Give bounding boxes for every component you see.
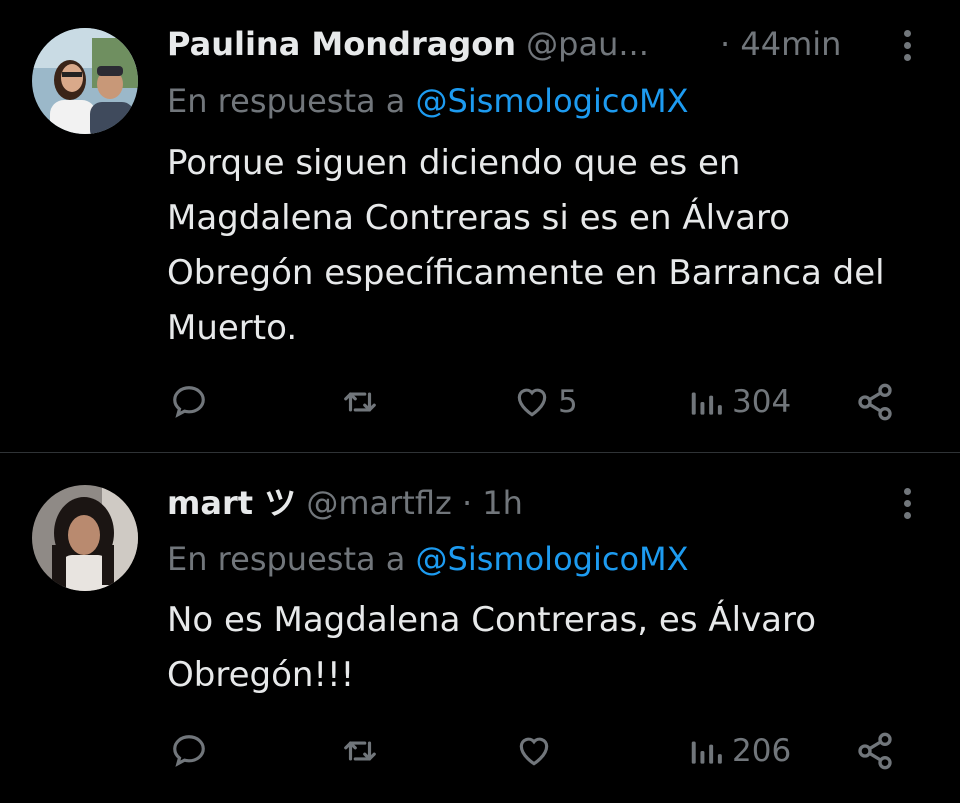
- like-button[interactable]: 5: [512, 378, 578, 426]
- avatar-photo: [32, 28, 138, 134]
- timestamp[interactable]: · 44min: [720, 24, 841, 64]
- view-count: 304: [732, 384, 792, 420]
- like-count: 5: [558, 384, 578, 420]
- views-button[interactable]: 206: [686, 727, 791, 775]
- tweet-header: mart ツ @martflz · 1h: [167, 483, 523, 523]
- share-icon: [858, 732, 892, 770]
- avatar-photo: [32, 485, 138, 591]
- retweet-button[interactable]: [340, 727, 380, 775]
- tweet[interactable]: Paulina Mondragon @pau... · 44min En res…: [0, 0, 960, 452]
- action-bar: 206: [0, 727, 960, 775]
- action-bar: 5 304: [0, 378, 960, 426]
- reply-button[interactable]: [170, 727, 208, 775]
- tweet-header: Paulina Mondragon @pau... · 44min: [167, 24, 841, 64]
- retweet-button[interactable]: [340, 378, 380, 426]
- heart-icon: [519, 737, 549, 766]
- more-options-icon[interactable]: [895, 483, 919, 527]
- tweet-text: No es Magdalena Contreras, es Álvaro Obr…: [167, 600, 817, 695]
- reply-button[interactable]: [170, 378, 208, 426]
- reply-context: En respuesta a @SismologicoMX: [167, 539, 689, 579]
- avatar[interactable]: [32, 485, 138, 591]
- user-handle[interactable]: @pau...: [526, 25, 649, 63]
- views-icon: [691, 392, 722, 415]
- reply-icon: [173, 735, 205, 767]
- reply-icon: [173, 386, 205, 418]
- user-handle[interactable]: @martflz: [306, 484, 451, 522]
- share-icon: [858, 383, 892, 421]
- reply-mention-link[interactable]: @SismologicoMX: [416, 82, 689, 120]
- display-name[interactable]: mart ツ: [167, 484, 296, 522]
- share-button[interactable]: [855, 727, 895, 775]
- tweet[interactable]: mart ツ @martflz · 1h En respuesta a @Sis…: [0, 453, 960, 803]
- reply-prefix: En respuesta a: [167, 540, 406, 578]
- retweet-icon: [344, 392, 376, 412]
- views-button[interactable]: 304: [686, 378, 791, 426]
- timestamp[interactable]: · 1h: [462, 484, 523, 522]
- reply-prefix: En respuesta a: [167, 82, 406, 120]
- reply-context: En respuesta a @SismologicoMX: [167, 81, 689, 121]
- view-count: 206: [732, 733, 792, 769]
- display-name[interactable]: Paulina Mondragon: [167, 25, 516, 63]
- reply-mention-link[interactable]: @SismologicoMX: [416, 540, 689, 578]
- views-icon: [691, 741, 722, 764]
- heart-icon: [517, 388, 547, 417]
- more-options-icon[interactable]: [895, 25, 919, 69]
- retweet-icon: [344, 741, 376, 761]
- like-button[interactable]: [514, 727, 560, 775]
- share-button[interactable]: [855, 378, 895, 426]
- avatar[interactable]: [32, 28, 138, 134]
- tweet-text: Porque siguen diciendo que es en Magdale…: [167, 143, 885, 348]
